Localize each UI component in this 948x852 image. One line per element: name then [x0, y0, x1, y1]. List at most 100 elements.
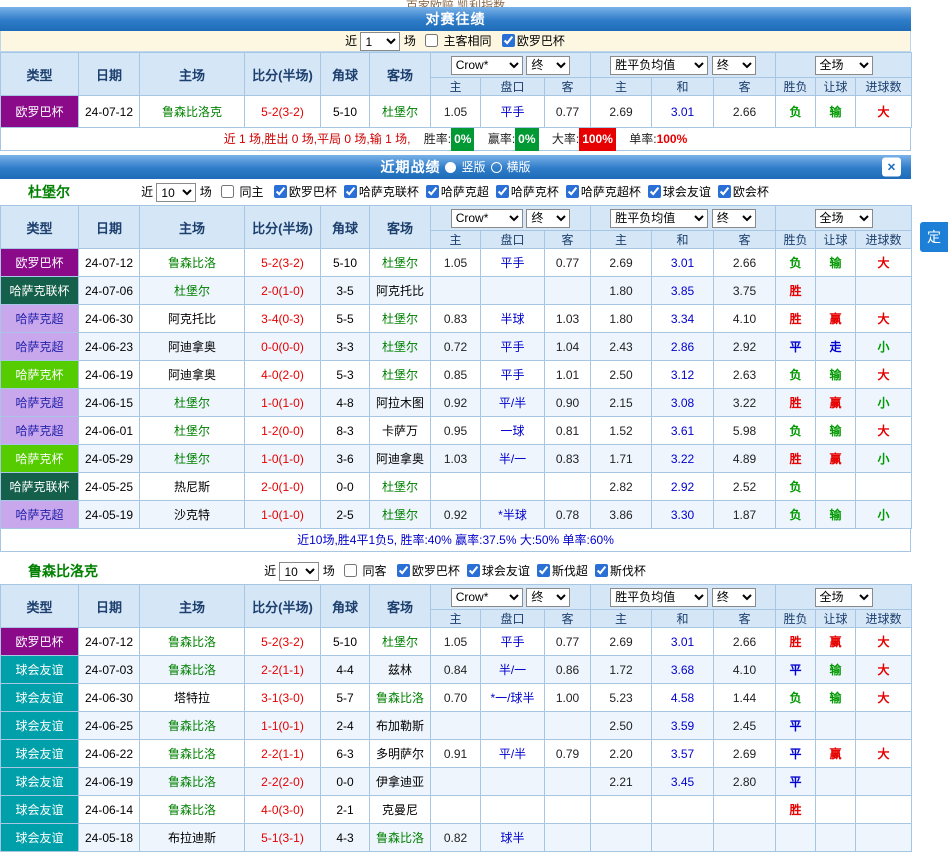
away-team-link[interactable]: 布加勒斯	[370, 712, 431, 740]
away-team-link[interactable]: 阿拉木图	[370, 389, 431, 417]
wdl-avg-select[interactable]: 胜平负均值	[610, 56, 708, 75]
home-team-link[interactable]: 杜堡尔	[140, 417, 245, 445]
league-filter[interactable]: 欧罗巴杯	[496, 34, 566, 48]
league-filter-checkbox[interactable]	[718, 185, 731, 198]
league-filter[interactable]: 欧罗巴杯	[268, 185, 338, 199]
odds-company-select[interactable]: Crow*	[451, 56, 523, 75]
home-team-link[interactable]: 塔特拉	[140, 684, 245, 712]
score-link[interactable]: 5-1(3-1)	[245, 824, 321, 852]
league-filter[interactable]: 欧罗巴杯	[391, 564, 461, 578]
league-filter-checkbox[interactable]	[595, 564, 608, 577]
score-link[interactable]: 5-2(3-2)	[245, 628, 321, 656]
odds-company-select[interactable]: Crow*	[451, 209, 523, 228]
scope-select[interactable]: 全场	[815, 56, 873, 75]
scope-select[interactable]: 全场	[815, 588, 873, 607]
home-team-link[interactable]: 沙克特	[140, 501, 245, 529]
away-team-link[interactable]: 阿克托比	[370, 277, 431, 305]
wdl-final-select[interactable]: 终	[712, 588, 756, 607]
home-team-link[interactable]: 阿迪拿奥	[140, 333, 245, 361]
odds-company-select[interactable]: Crow*	[451, 588, 523, 607]
league-filter[interactable]: 球会友谊	[642, 185, 712, 199]
close-button[interactable]: ×	[882, 158, 901, 177]
score-link[interactable]: 4-0(2-0)	[245, 361, 321, 389]
away-team-link[interactable]: 鲁森比洛	[370, 824, 431, 852]
home-team-link[interactable]: 鲁森比洛	[140, 249, 245, 277]
home-team-link[interactable]: 阿迪拿奥	[140, 361, 245, 389]
odds-final-select[interactable]: 终	[526, 588, 570, 607]
away-team-link[interactable]: 杜堡尔	[370, 473, 431, 501]
league-filter[interactable]: 哈萨克超	[420, 185, 490, 199]
wdl-avg-select[interactable]: 胜平负均值	[610, 209, 708, 228]
score-link[interactable]: 0-0(0-0)	[245, 333, 321, 361]
score-link[interactable]: 4-0(3-0)	[245, 796, 321, 824]
league-filter-checkbox[interactable]	[496, 185, 509, 198]
score-link[interactable]: 2-0(1-0)	[245, 473, 321, 501]
score-link[interactable]: 2-0(1-0)	[245, 277, 321, 305]
away-team-link[interactable]: 阿迪拿奥	[370, 445, 431, 473]
score-link[interactable]: 5-2(3-2)	[245, 96, 321, 128]
away-team-link[interactable]: 杜堡尔	[370, 628, 431, 656]
league-filter[interactable]: 哈萨克联杯	[338, 185, 420, 199]
odds-final-select[interactable]: 终	[526, 209, 570, 228]
odds-final-select[interactable]: 终	[526, 56, 570, 75]
home-team-link[interactable]: 阿克托比	[140, 305, 245, 333]
league-filter[interactable]: 哈萨克杯	[490, 185, 560, 199]
home-team-link[interactable]: 鲁森比洛	[140, 656, 245, 684]
home-team-link[interactable]: 热尼斯	[140, 473, 245, 501]
league-filter[interactable]: 哈萨克超杯	[560, 185, 642, 199]
score-link[interactable]: 5-2(3-2)	[245, 249, 321, 277]
score-link[interactable]: 2-2(1-1)	[245, 656, 321, 684]
away-team-link[interactable]: 杜堡尔	[370, 361, 431, 389]
league-filter-checkbox[interactable]	[344, 185, 357, 198]
league-filter-checkbox[interactable]	[467, 564, 480, 577]
home-team-link[interactable]: 鲁森比洛	[140, 796, 245, 824]
away-team-link[interactable]: 杜堡尔	[370, 305, 431, 333]
away-team-link[interactable]: 克曼尼	[370, 796, 431, 824]
home-team-link[interactable]: 杜堡尔	[140, 277, 245, 305]
league-filter-checkbox[interactable]	[274, 185, 287, 198]
layout-radio-vertical[interactable]	[445, 162, 456, 173]
home-team-link[interactable]: 鲁森比洛	[140, 712, 245, 740]
league-filter[interactable]: 斯伐超	[531, 564, 589, 578]
away-team-link[interactable]: 杜堡尔	[370, 249, 431, 277]
score-link[interactable]: 1-0(1-0)	[245, 389, 321, 417]
home-team-link[interactable]: 鲁森比洛克	[140, 96, 245, 128]
away-team-link[interactable]: 杜堡尔	[370, 96, 431, 128]
league-filter[interactable]: 斯伐杯	[589, 564, 647, 578]
league-filter-checkbox[interactable]	[426, 185, 439, 198]
away-team-link[interactable]: 杜堡尔	[370, 501, 431, 529]
wdl-final-select[interactable]: 终	[712, 209, 756, 228]
league-filter[interactable]: 欧会杯	[712, 185, 770, 199]
score-link[interactable]: 1-0(1-0)	[245, 445, 321, 473]
league-filter-checkbox[interactable]	[537, 564, 550, 577]
layout-radio-horizontal[interactable]	[491, 162, 502, 173]
score-link[interactable]: 1-2(0-0)	[245, 417, 321, 445]
home-team-link[interactable]: 杜堡尔	[140, 389, 245, 417]
league-filter[interactable]: 球会友谊	[461, 564, 531, 578]
away-team-link[interactable]: 杜堡尔	[370, 333, 431, 361]
same-venue-checkbox[interactable]	[425, 34, 438, 47]
same-away-checkbox[interactable]	[344, 564, 357, 577]
score-link[interactable]: 1-0(1-0)	[245, 501, 321, 529]
team2-count-select[interactable]: 10	[279, 562, 319, 581]
score-link[interactable]: 1-1(0-1)	[245, 712, 321, 740]
score-link[interactable]: 3-1(3-0)	[245, 684, 321, 712]
score-link[interactable]: 2-2(1-1)	[245, 740, 321, 768]
home-team-link[interactable]: 鲁森比洛	[140, 628, 245, 656]
league-filter-checkbox[interactable]	[502, 34, 515, 47]
home-team-link[interactable]: 鲁森比洛	[140, 740, 245, 768]
away-team-link[interactable]: 兹林	[370, 656, 431, 684]
league-filter-checkbox[interactable]	[397, 564, 410, 577]
home-team-link[interactable]: 杜堡尔	[140, 445, 245, 473]
h2h-count-select[interactable]: 1	[360, 32, 400, 51]
score-link[interactable]: 2-2(2-0)	[245, 768, 321, 796]
league-filter-checkbox[interactable]	[648, 185, 661, 198]
scope-select[interactable]: 全场	[815, 209, 873, 228]
away-team-link[interactable]: 鲁森比洛	[370, 684, 431, 712]
away-team-link[interactable]: 卡萨万	[370, 417, 431, 445]
score-link[interactable]: 3-4(0-3)	[245, 305, 321, 333]
home-team-link[interactable]: 布拉迪斯	[140, 824, 245, 852]
wdl-avg-select[interactable]: 胜平负均值	[610, 588, 708, 607]
league-filter-checkbox[interactable]	[566, 185, 579, 198]
customize-side-tab[interactable]: 定	[920, 222, 948, 252]
